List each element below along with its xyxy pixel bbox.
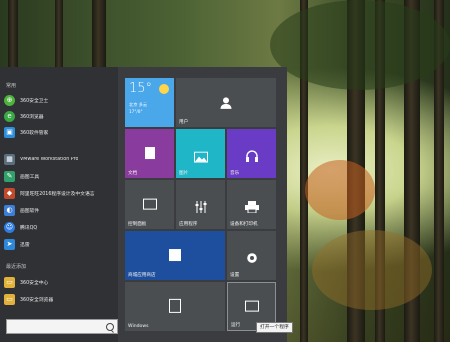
document-tile[interactable]: 文档 xyxy=(125,129,174,178)
app-item-360-safe-browser[interactable]: ▭ 360安全浏览器 xyxy=(4,292,116,306)
qq-icon: ☺ xyxy=(4,221,15,233)
search-input[interactable] xyxy=(6,319,118,334)
app-item-vmware[interactable]: ▦ VMware Workstation Pro xyxy=(4,152,116,166)
picture-icon xyxy=(193,147,208,163)
tile-label: 用户 xyxy=(179,120,189,125)
drawing-app-icon: ◐ xyxy=(4,204,15,216)
folder-icon: ▭ xyxy=(4,293,15,305)
app-item-label: 360安全卫士 xyxy=(20,98,49,104)
start-menu-app-list: 常用 ⊕ 360安全卫士 e 360浏览器 ▣ 360软件管家 ▦ VMware… xyxy=(0,67,118,342)
search-icon xyxy=(106,323,114,331)
user-icon xyxy=(219,94,233,109)
app-item-360-guard[interactable]: ⊕ 360安全卫士 xyxy=(4,93,116,107)
tooltip: 打开一个程序 xyxy=(256,322,293,333)
autumn-foliage xyxy=(305,160,375,220)
360-browser-icon: e xyxy=(4,110,15,122)
app-item-drawing-app[interactable]: ◐ 画图软件 xyxy=(4,203,116,217)
weather-tile[interactable]: 15° 北京 多云 17°/8° xyxy=(125,78,174,127)
app-item-label: VMware Workstation Pro xyxy=(20,156,79,162)
weather-condition: 北京 多云 xyxy=(129,102,148,107)
monitor-icon xyxy=(142,198,157,210)
tile-label: 音乐 xyxy=(230,171,240,176)
360-guard-icon: ⊕ xyxy=(4,94,15,106)
tile-label: 应用程序 xyxy=(179,222,198,227)
pictures-tile[interactable]: 图片 xyxy=(176,129,225,178)
app-item-label: 360浏览器 xyxy=(20,114,44,120)
mixer-tile[interactable]: 应用程序 xyxy=(176,180,225,229)
forest-floor xyxy=(312,230,432,310)
control-panel-tile[interactable]: 控制面板 xyxy=(125,180,174,229)
printer-icon xyxy=(244,198,259,214)
app-item-label: 腾讯QQ xyxy=(20,225,38,231)
app-item-label: 阿里旺旺2016程序设计及中文语言 xyxy=(20,191,95,197)
devices-tile[interactable]: 设备和打印机 xyxy=(227,180,276,229)
app-item-label: 360安全中心 xyxy=(20,280,49,286)
app-item-ali-wangwang[interactable]: ◆ 阿里旺旺2016程序设计及中文语言 xyxy=(4,186,116,200)
tile-label: 运行 xyxy=(231,323,241,328)
app-item-label: 360软件管家 xyxy=(20,130,49,136)
ali-wangwang-icon: ◆ xyxy=(4,187,15,199)
tile-label: 商城应用商店 xyxy=(128,273,156,278)
app-item-label: 360安全浏览器 xyxy=(20,297,54,303)
book-icon xyxy=(169,298,181,313)
sliders-icon xyxy=(194,198,208,213)
recently-added-heading: 最近添加 xyxy=(6,264,27,270)
store-bag-icon xyxy=(169,248,181,261)
vmware-icon: ▦ xyxy=(4,153,15,165)
settings-tile[interactable]: 设置 xyxy=(227,231,276,280)
user-tile[interactable]: 用户 xyxy=(176,78,276,127)
tile-label: 控制面板 xyxy=(128,222,147,227)
app-item-360-software[interactable]: ▣ 360软件管家 xyxy=(4,125,116,139)
music-tile[interactable]: 音乐 xyxy=(227,129,276,178)
app-item-360-center[interactable]: ▭ 360安全中心 xyxy=(4,275,116,289)
app-item-label: 画图工具 xyxy=(20,174,40,180)
app-item-360-browser[interactable]: e 360浏览器 xyxy=(4,109,116,123)
gear-icon xyxy=(246,249,258,263)
paint-icon: ✎ xyxy=(4,170,15,182)
tile-label: 设置 xyxy=(230,273,240,278)
tile-label: 图片 xyxy=(179,171,189,176)
app-item-label: 画图软件 xyxy=(20,208,40,214)
windows-tile[interactable]: Windows xyxy=(125,282,225,331)
most-used-heading: 常用 xyxy=(6,83,17,89)
app-item-label: 迅雷 xyxy=(20,242,30,248)
weather-range: 17°/8° xyxy=(129,109,143,114)
store-tile[interactable]: 商城应用商店 xyxy=(125,231,225,280)
weather-temperature: 15° xyxy=(129,81,153,96)
xunlei-icon: ➤ xyxy=(4,238,15,250)
app-item-paint[interactable]: ✎ 画图工具 xyxy=(4,169,116,183)
app-item-xunlei[interactable]: ➤ 迅雷 xyxy=(4,237,116,251)
folder-icon: ▭ xyxy=(4,276,15,288)
start-menu: 常用 ⊕ 360安全卫士 e 360浏览器 ▣ 360软件管家 ▦ VMware… xyxy=(0,67,287,342)
headphones-icon xyxy=(245,147,259,162)
app-item-qq[interactable]: ☺ 腾讯QQ xyxy=(4,220,116,234)
tile-label: Windows xyxy=(128,324,149,329)
document-icon xyxy=(144,146,155,159)
tile-label: 文档 xyxy=(128,171,138,176)
360-software-icon: ▣ xyxy=(4,126,15,138)
canopy xyxy=(270,0,450,90)
terminal-icon xyxy=(244,300,259,312)
sun-cloud-icon xyxy=(159,84,169,94)
tile-label: 设备和打印机 xyxy=(230,222,258,227)
